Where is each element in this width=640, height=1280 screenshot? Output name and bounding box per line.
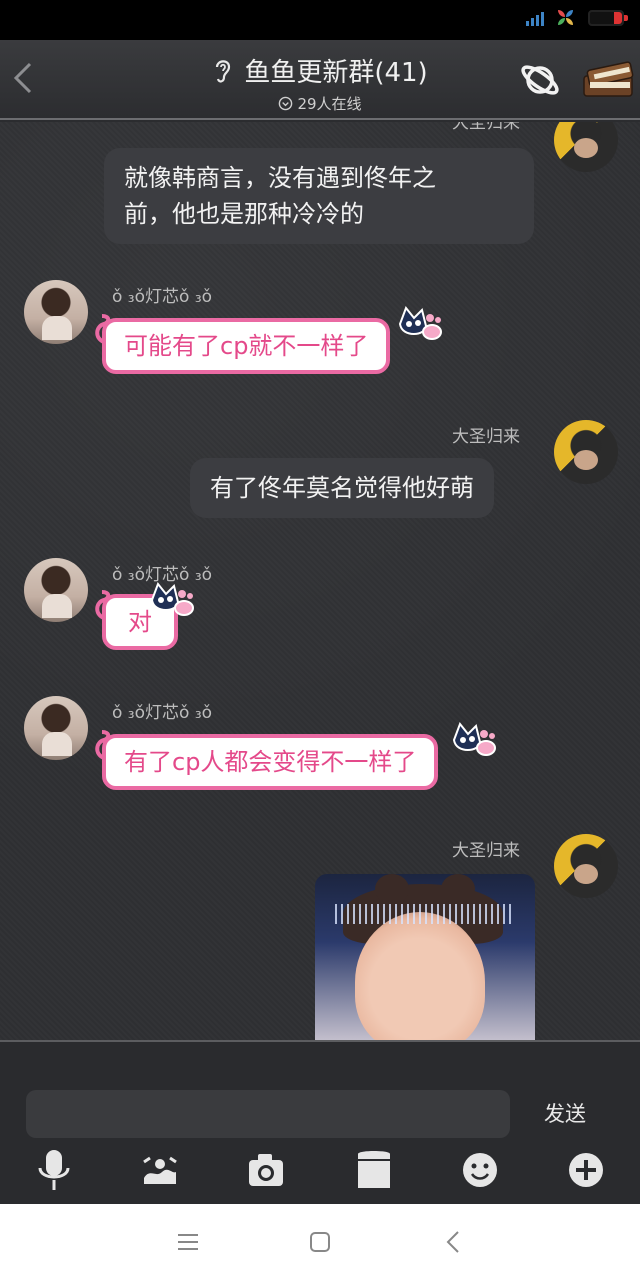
cat-sticker-icon: [452, 722, 496, 756]
group-files-icon[interactable]: [580, 54, 638, 104]
message-bubble[interactable]: 可能有了cp就不一样了: [102, 318, 391, 374]
avatar[interactable]: [24, 280, 88, 344]
battery-icon: [588, 10, 628, 26]
camera-icon[interactable]: [246, 1148, 286, 1192]
status-bar: [0, 0, 640, 40]
sender-name: ǒ ₃ǒ灯芯ǒ ₃ǒ: [112, 287, 213, 307]
plus-icon[interactable]: [566, 1148, 606, 1192]
bubble-swirl-icon: [95, 590, 111, 620]
message-input[interactable]: [26, 1090, 510, 1138]
group-title: 鱼鱼更新群(41): [244, 58, 428, 88]
avatar[interactable]: [24, 696, 88, 760]
avatar[interactable]: [24, 558, 88, 622]
ear-icon: [216, 59, 231, 83]
cat-sticker-icon: [398, 306, 442, 340]
image-message[interactable]: [315, 874, 535, 1040]
cat-sticker-icon: [150, 582, 194, 616]
sender-name: 大圣归来: [452, 122, 520, 133]
file-icon[interactable]: [354, 1148, 394, 1192]
menu-icon[interactable]: [174, 1228, 202, 1256]
chat-header: 鱼鱼更新群(41) 29人在线: [0, 40, 640, 120]
message-text: 前，他也是那种冷冷的: [124, 200, 364, 228]
picture-icon[interactable]: [140, 1148, 180, 1192]
signal-icon: [526, 10, 544, 26]
online-count: 29人在线: [297, 95, 362, 113]
chat-area[interactable]: 大圣归来 就像韩商言，没有遇到佟年之 前，他也是那种冷冷的 ǒ ₃ǒ灯芯ǒ ₃ǒ…: [0, 122, 640, 1040]
sender-name: 大圣归来: [452, 841, 520, 861]
bubble-swirl-icon: [95, 314, 111, 344]
message-text: 有了佟年莫名觉得他好萌: [210, 474, 474, 502]
system-navigation-bar: [0, 1204, 640, 1280]
composer: 发送: [0, 1040, 640, 1204]
planet-icon[interactable]: [518, 60, 562, 100]
bubble-swirl-icon: [95, 730, 111, 760]
avatar[interactable]: [554, 834, 618, 898]
message-bubble[interactable]: 有了佟年莫名觉得他好萌: [190, 458, 494, 518]
pinwheel-icon: [558, 10, 574, 26]
message-text: 可能有了cp就不一样了: [124, 332, 369, 360]
microphone-icon[interactable]: [34, 1148, 74, 1192]
send-button[interactable]: 发送: [544, 1098, 586, 1128]
avatar[interactable]: [554, 420, 618, 484]
sender-name: 大圣归来: [452, 427, 520, 447]
home-icon[interactable]: [306, 1228, 334, 1256]
message-bubble[interactable]: 有了cp人都会变得不一样了: [102, 734, 439, 790]
emoji-icon[interactable]: [460, 1148, 500, 1192]
sender-name: ǒ ₃ǒ灯芯ǒ ₃ǒ: [112, 703, 213, 723]
back-nav-icon[interactable]: [440, 1228, 468, 1256]
message-bubble[interactable]: 就像韩商言，没有遇到佟年之 前，他也是那种冷冷的: [104, 148, 534, 244]
avatar[interactable]: [554, 122, 618, 172]
message-text: 有了cp人都会变得不一样了: [124, 748, 417, 776]
online-status-icon: [279, 96, 293, 111]
message-text: 就像韩商言，没有遇到佟年之: [124, 164, 436, 192]
